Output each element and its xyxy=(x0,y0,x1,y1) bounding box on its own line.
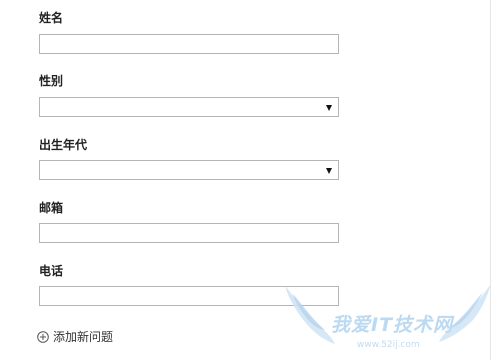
birth-era-label: 出生年代 xyxy=(39,138,88,152)
birth-era-select[interactable] xyxy=(39,160,339,180)
gender-label: 性别 xyxy=(39,74,64,88)
question-form: 姓名 性别 出生年代 邮箱 电话 添加新问题 xyxy=(0,0,500,360)
email-label: 邮箱 xyxy=(39,201,64,215)
name-input[interactable] xyxy=(39,34,339,54)
phone-input[interactable] xyxy=(39,286,339,306)
gender-select[interactable] xyxy=(39,97,339,117)
add-question-label: 添加新问题 xyxy=(53,330,114,344)
dropdown-arrow-icon xyxy=(326,168,332,174)
email-input[interactable] xyxy=(39,223,339,243)
add-question-button[interactable]: 添加新问题 xyxy=(37,329,113,345)
phone-label: 电话 xyxy=(39,264,64,278)
dropdown-arrow-icon xyxy=(326,105,332,111)
name-label: 姓名 xyxy=(39,11,64,25)
plus-circle-icon xyxy=(37,331,49,343)
